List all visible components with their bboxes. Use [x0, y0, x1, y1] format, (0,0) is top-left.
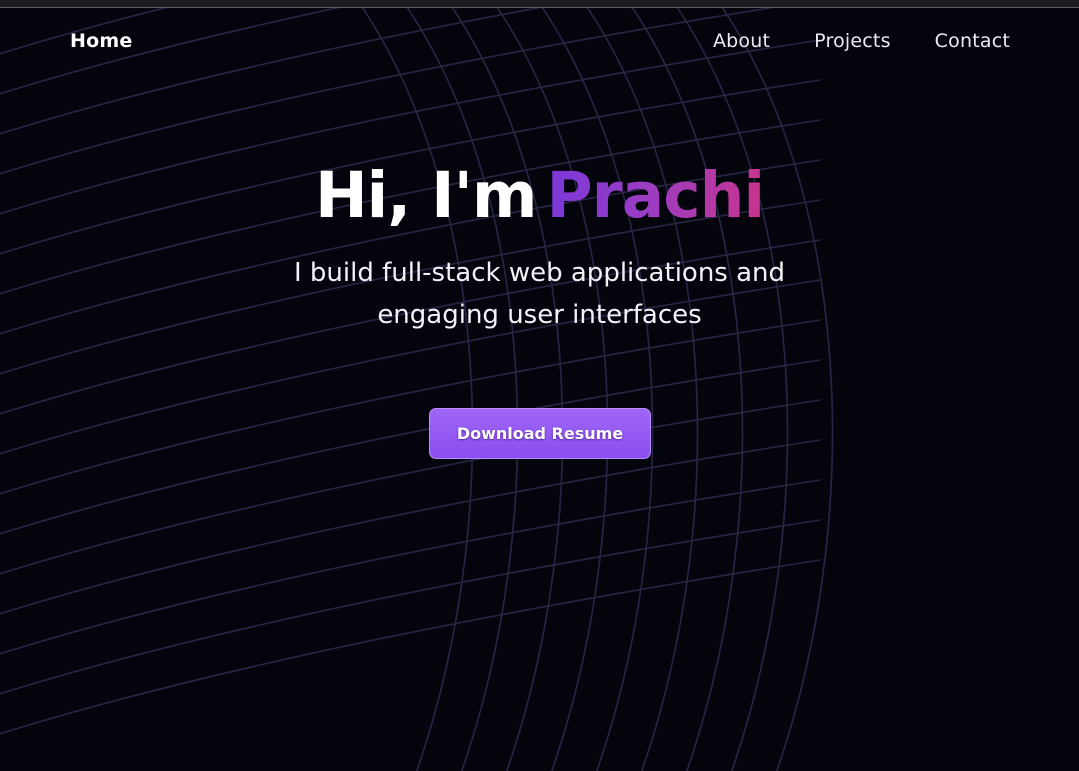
arc-line: [671, 0, 789, 771]
nav-projects-link[interactable]: Projects: [814, 30, 891, 52]
background-wave-lines: [0, 0, 834, 771]
download-resume-button[interactable]: Download Resume: [429, 408, 651, 459]
arc-line: [581, 0, 699, 771]
nav-links: About Projects Contact: [713, 30, 1010, 52]
nav-contact-link[interactable]: Contact: [935, 30, 1010, 52]
arc-line: [491, 0, 609, 771]
nav-about-link[interactable]: About: [713, 30, 770, 52]
hero-greeting: Hi, I'm: [314, 159, 538, 232]
nav-home-link[interactable]: Home: [70, 30, 132, 52]
arc-line: [401, 0, 519, 771]
navbar: Home About Projects Contact: [0, 8, 1079, 78]
hero-subtitle: I build full-stack web applications and …: [293, 258, 786, 330]
arc-line: [446, 0, 564, 771]
arc-line: [536, 0, 654, 771]
hero-name: Prachi: [546, 159, 766, 232]
wave-line: [0, 559, 821, 735]
arc-line: [626, 0, 744, 771]
wave-line: [0, 519, 821, 695]
hero-heading: Hi, I'm Prachi: [0, 160, 1079, 232]
hero-section: Hi, I'm Prachi I build full-stack web app…: [0, 160, 1079, 336]
arc-line: [356, 0, 474, 771]
arc-line: [716, 0, 834, 771]
window-top-border: [0, 0, 1079, 8]
